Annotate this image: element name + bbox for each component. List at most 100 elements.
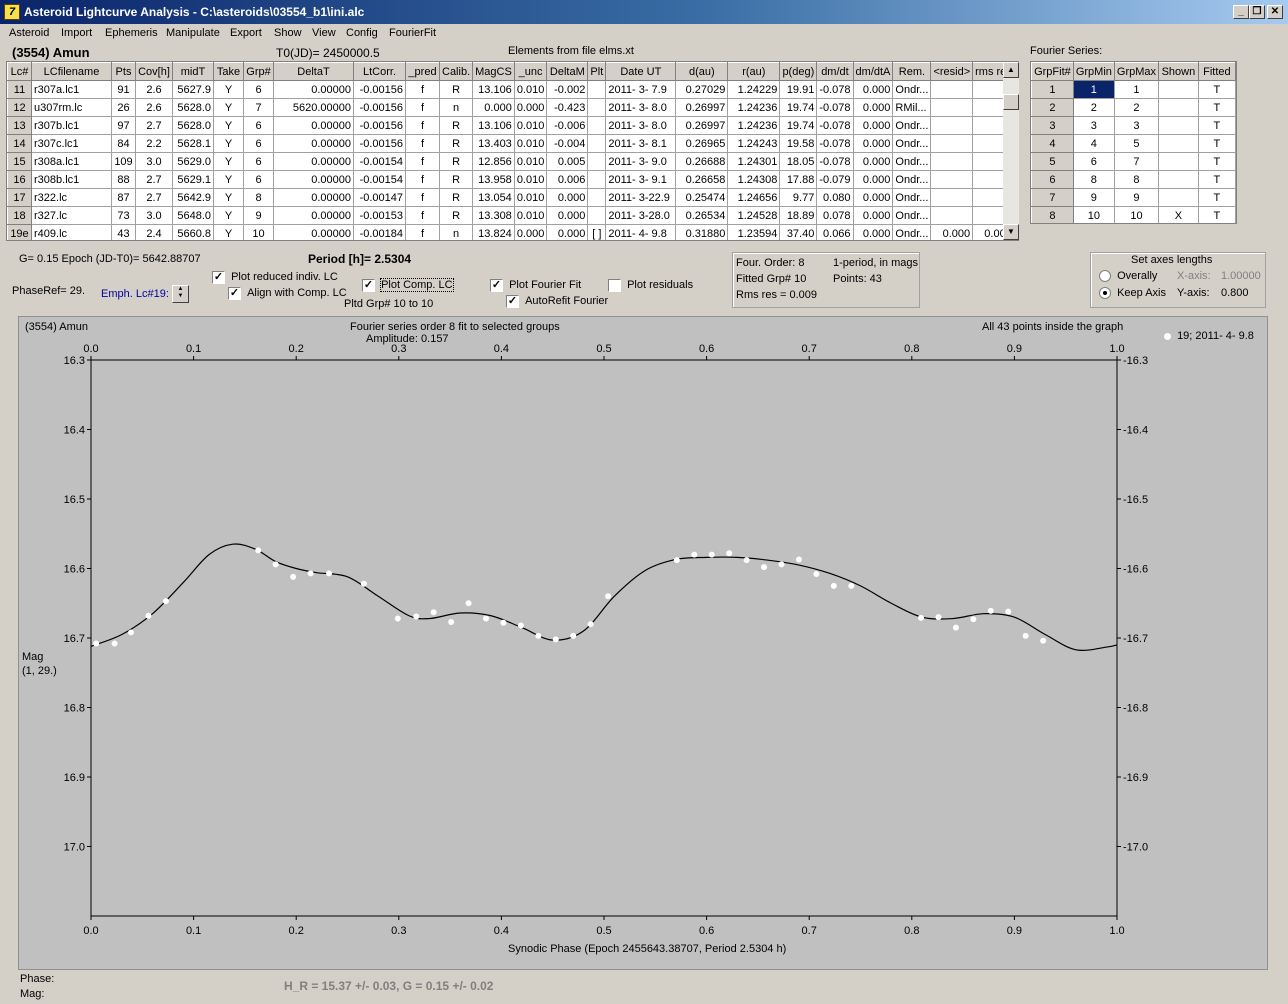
table-cell[interactable]: Y — [213, 224, 244, 240]
table-cell[interactable]: 0.010 — [513, 206, 548, 225]
table-cell[interactable] — [930, 134, 974, 153]
table-cell[interactable]: 6 — [243, 170, 274, 189]
table-row[interactable]: 8 10 10 X T — [1031, 206, 1236, 223]
table-cell[interactable]: -0.078 — [816, 152, 854, 171]
table-row[interactable]: 13 r307b.lc1 97 2.7 5628.0 Y 6 0.00000 -0.00156 f… — [7, 116, 1015, 135]
menu-show[interactable]: Show — [274, 27, 302, 39]
plot-residuals-checkbox[interactable] — [608, 279, 621, 292]
restore-icon[interactable]: ❐ — [1249, 5, 1265, 19]
table-cell[interactable]: 0.26688 — [675, 152, 729, 171]
table-cell[interactable]: Ondr... — [892, 134, 932, 153]
table-cell[interactable]: 13.403 — [472, 134, 515, 153]
table-cell[interactable]: -0.00154 — [353, 170, 406, 189]
fourier-column-header[interactable]: Shown — [1158, 62, 1199, 81]
table-cell[interactable]: R — [438, 116, 474, 135]
keep-axis-radio[interactable] — [1099, 287, 1111, 300]
table-cell[interactable]: T — [1197, 206, 1236, 223]
table-cell[interactable]: 2 — [1113, 98, 1160, 117]
table-cell[interactable]: f — [405, 170, 440, 189]
table-cell[interactable]: Ondr... — [892, 188, 932, 207]
align-comp-checkbox[interactable]: ✓ — [228, 287, 241, 300]
table-cell[interactable]: 0.27029 — [675, 80, 729, 99]
table-cell[interactable]: [ ] — [587, 224, 607, 240]
lc-column-header[interactable]: dm/dtA — [852, 62, 894, 81]
table-cell[interactable]: 0.010 — [513, 80, 548, 99]
table-cell[interactable]: 2011- 3-28.0 — [605, 206, 677, 225]
table-cell[interactable]: 10 — [243, 224, 274, 240]
table-cell[interactable]: 0.26534 — [675, 206, 729, 225]
table-row[interactable]: 111T — [1031, 80, 1236, 99]
table-cell[interactable]: f — [405, 206, 440, 225]
table-cell[interactable]: 0.066 — [816, 224, 854, 240]
table-cell[interactable]: 5629.0 — [172, 152, 214, 171]
table-cell[interactable]: 2011- 3- 7.9 — [605, 80, 677, 99]
table-cell[interactable] — [930, 98, 974, 117]
plot-fourier-toggle[interactable]: ✓ Plot Fourier Fit — [490, 279, 581, 292]
table-cell[interactable]: 0.005 — [546, 152, 589, 171]
row-number[interactable]: 4 — [1031, 134, 1074, 153]
table-cell[interactable]: 2.6 — [135, 80, 173, 99]
table-cell[interactable]: u307rm.lc — [31, 98, 112, 117]
table-cell[interactable]: 7 — [1113, 152, 1160, 171]
table-cell[interactable]: 19.74 — [779, 98, 818, 117]
autorefit-toggle[interactable]: ✓ AutoRefit Fourier — [506, 295, 608, 308]
table-cell[interactable]: 97 — [111, 116, 136, 135]
table-cell[interactable]: 2011- 3- 8.0 — [605, 98, 677, 117]
close-icon[interactable]: ✕ — [1267, 5, 1283, 19]
table-cell[interactable]: 0.00000 — [273, 206, 354, 225]
table-cell[interactable]: 43 — [111, 224, 136, 240]
table-cell[interactable]: -0.078 — [816, 116, 854, 135]
table-cell[interactable]: 0.006 — [546, 170, 589, 189]
fourier-column-header[interactable]: Fitted — [1197, 62, 1236, 81]
table-cell[interactable]: -0.004 — [546, 134, 589, 153]
table-cell[interactable]: r327.lc — [31, 206, 112, 225]
table-cell[interactable] — [1158, 188, 1199, 207]
table-cell[interactable]: 2.2 — [135, 134, 173, 153]
table-cell[interactable]: f — [405, 134, 440, 153]
row-number[interactable]: 6 — [1031, 170, 1074, 189]
table-cell[interactable]: 0.000 — [852, 116, 894, 135]
table-cell[interactable]: -0.079 — [816, 170, 854, 189]
table-cell[interactable]: 0.00000 — [273, 134, 354, 153]
table-cell[interactable]: 2.6 — [135, 98, 173, 117]
table-cell[interactable]: 8 — [243, 188, 274, 207]
autorefit-checkbox[interactable]: ✓ — [506, 295, 519, 308]
menu-fourierfit[interactable]: FourierFit — [389, 27, 436, 39]
table-cell[interactable]: -0.00156 — [353, 80, 406, 99]
table-cell[interactable]: Y — [213, 206, 244, 225]
table-cell[interactable]: 0.000 — [930, 224, 974, 240]
table-cell[interactable]: -0.002 — [546, 80, 589, 99]
table-cell[interactable]: 0.00000 — [273, 170, 354, 189]
table-cell[interactable]: 10 — [1072, 206, 1115, 223]
table-cell[interactable]: -0.00156 — [353, 134, 406, 153]
table-cell[interactable]: 0.000 — [852, 170, 894, 189]
table-cell[interactable]: 0.010 — [513, 152, 548, 171]
lc-column-header[interactable]: LtCorr. — [353, 62, 406, 81]
table-cell[interactable]: 0.080 — [816, 188, 854, 207]
table-cell[interactable]: r308b.lc1 — [31, 170, 112, 189]
table-cell[interactable]: 0.000 — [852, 134, 894, 153]
table-cell[interactable]: 7 — [243, 98, 274, 117]
table-cell[interactable]: r307a.lc1 — [31, 80, 112, 99]
table-cell[interactable]: T — [1197, 80, 1236, 99]
table-cell[interactable]: 5628.0 — [172, 98, 214, 117]
table-cell[interactable] — [1158, 98, 1199, 117]
table-row[interactable]: 11 r307a.lc1 91 2.6 5627.9 Y 6 0.00000 -0.00156 f… — [7, 80, 1015, 99]
table-cell[interactable]: Y — [213, 188, 244, 207]
row-number[interactable]: 12 — [7, 98, 32, 117]
table-cell[interactable]: 5628.1 — [172, 134, 214, 153]
scroll-down-icon[interactable]: ▼ — [1003, 224, 1019, 240]
table-cell[interactable]: n — [438, 224, 474, 240]
table-cell[interactable]: 0.31880 — [675, 224, 729, 240]
table-cell[interactable]: 19.91 — [779, 80, 818, 99]
emph-lc-spinner[interactable]: ▲ ▼ — [172, 285, 189, 303]
table-cell[interactable] — [1158, 80, 1199, 99]
table-cell[interactable]: 0.26997 — [675, 116, 729, 135]
table-cell[interactable]: 19.58 — [779, 134, 818, 153]
table-cell[interactable]: 2011- 3- 9.1 — [605, 170, 677, 189]
table-cell[interactable]: 3 — [1072, 116, 1115, 135]
keep-axis-option[interactable]: Keep Axis — [1099, 287, 1166, 300]
table-cell[interactable]: 0.000 — [852, 98, 894, 117]
table-cell[interactable]: 1.24301 — [727, 152, 781, 171]
fourier-column-header[interactable]: GrpMin — [1072, 62, 1115, 81]
